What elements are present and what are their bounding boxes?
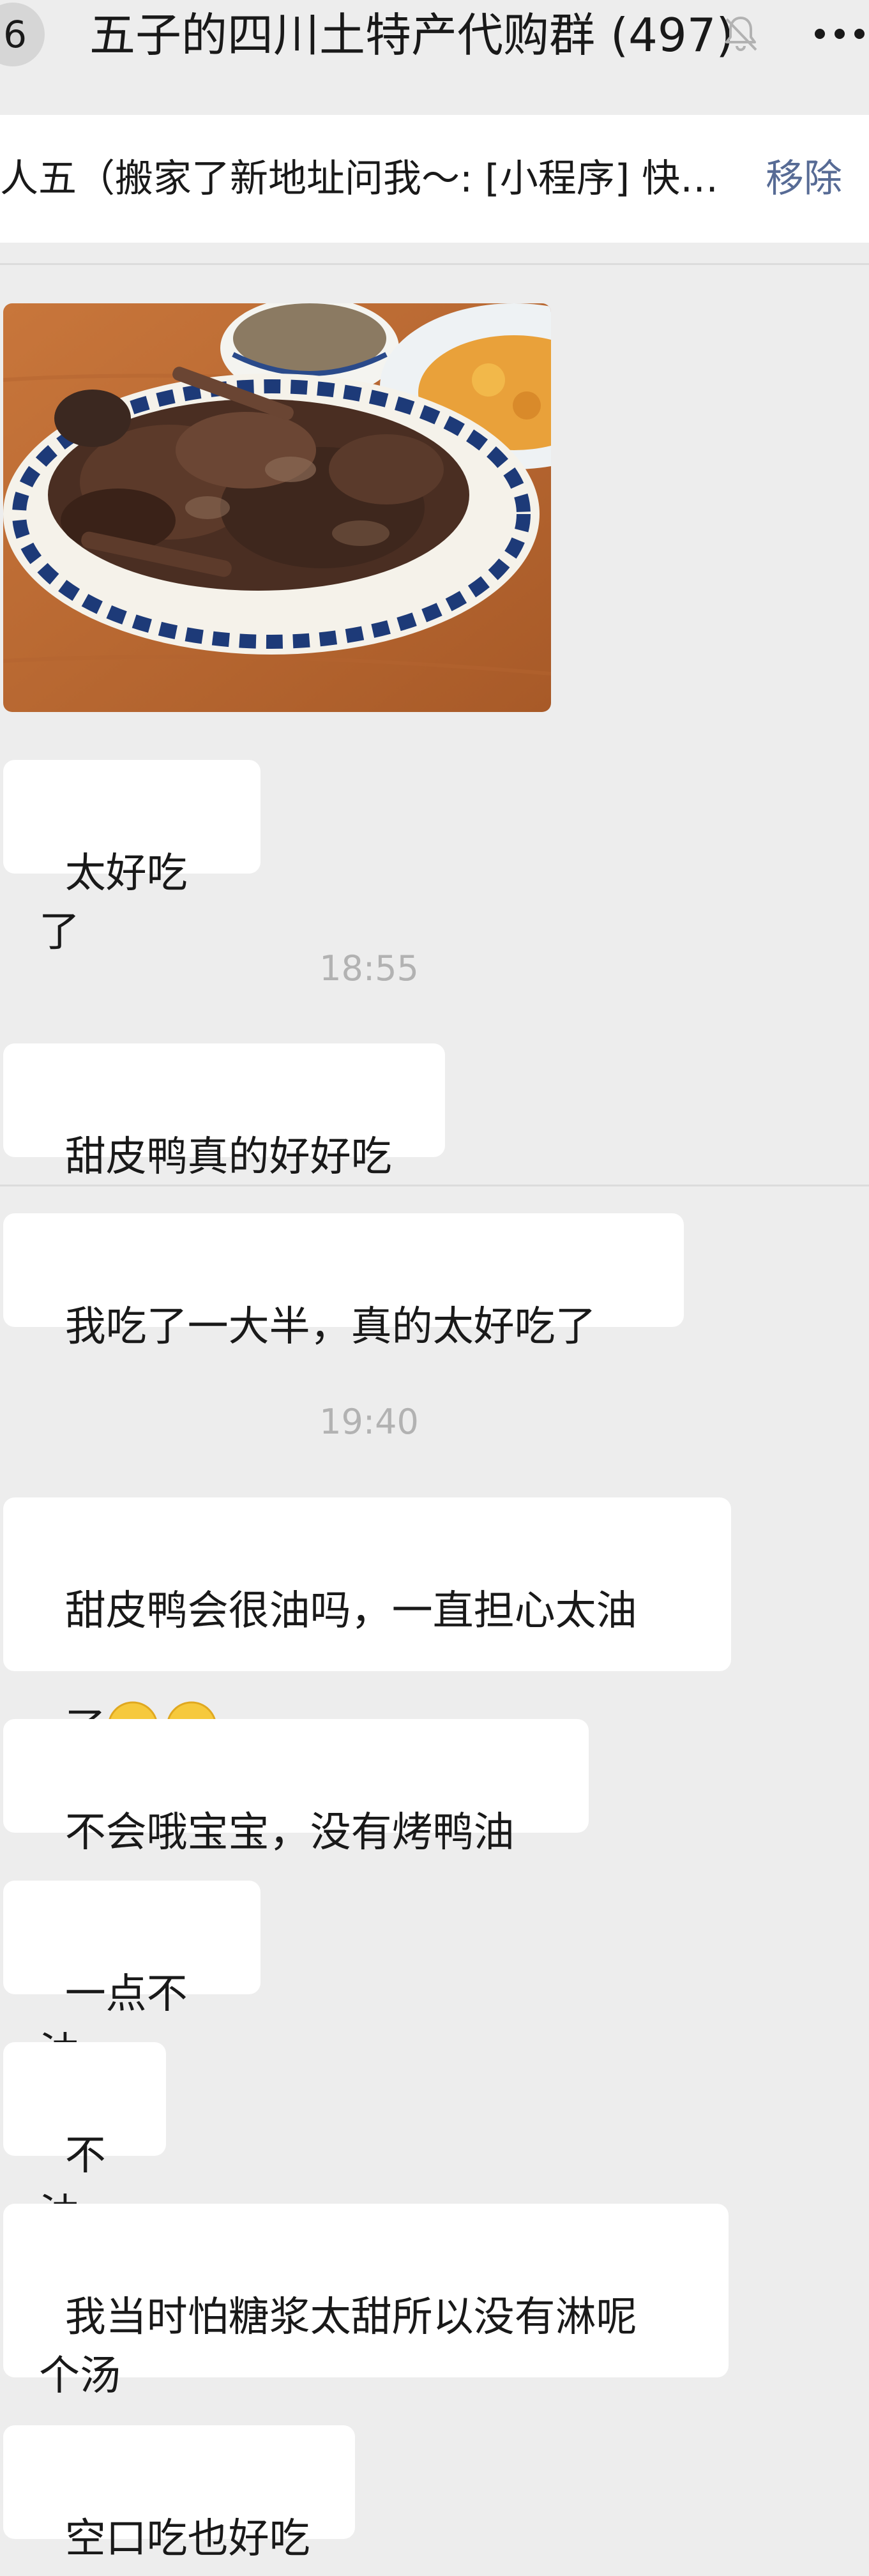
message-text: 空口吃也好吃: [64, 2515, 310, 2563]
divider: [0, 1185, 869, 1186]
message-text: 不会哦宝宝，没有烤鸭油: [64, 1809, 515, 1856]
message-text: 甜皮鸭真的好好吃: [64, 1133, 392, 1181]
message-bubble[interactable]: 我吃了一大半，真的太好吃了: [3, 1213, 684, 1351]
message-bubble[interactable]: 我当时怕糖浆太甜所以没有淋呢 个汤: [3, 2204, 729, 2400]
message-text: 我吃了一大半，真的太好吃了: [64, 1303, 596, 1351]
more-options-icon[interactable]: [811, 23, 868, 45]
message-bubble[interactable]: 一点不油: [3, 1881, 261, 2077]
message-bubble[interactable]: 不油: [3, 2042, 166, 2238]
mute-bell-icon: [725, 17, 757, 51]
remove-pinned-button[interactable]: 移除: [766, 115, 842, 243]
message-text: 甜皮鸭会很油吗，一直担心太油: [64, 1587, 637, 1635]
message-bubble[interactable]: 空口吃也好吃: [3, 2425, 355, 2563]
timestamp: 18:55: [319, 948, 419, 989]
divider: [0, 263, 869, 265]
message-text: 太好吃了: [39, 850, 188, 956]
back-button-unread-badge[interactable]: 6: [0, 3, 45, 66]
braised-duck-photo: [3, 303, 551, 712]
message-bubble[interactable]: 甜皮鸭真的好好吃: [3, 1043, 445, 1181]
message-text: 我当时怕糖浆太甜所以没有淋呢 个汤: [39, 2294, 637, 2400]
unread-count: 6: [3, 13, 27, 56]
timestamp: 19:40: [319, 1402, 419, 1442]
member-count: (497): [607, 6, 734, 64]
pinned-message-text: 人五（搬家了新地址问我～: [小程序] 快…: [0, 156, 715, 201]
message-bubble[interactable]: 不会哦宝宝，没有烤鸭油: [3, 1719, 589, 1856]
message-bubble[interactable]: 甜皮鸭会很油吗，一直担心太油 了: [3, 1497, 731, 1752]
message-bubble[interactable]: 太好吃了: [3, 760, 261, 956]
pinned-message-bar[interactable]: 人五（搬家了新地址问我～: [小程序] 快… 移除: [0, 115, 869, 243]
image-message[interactable]: [3, 303, 551, 712]
chat-header: 6 五子的四川土特产代购群 (497): [0, 0, 869, 70]
